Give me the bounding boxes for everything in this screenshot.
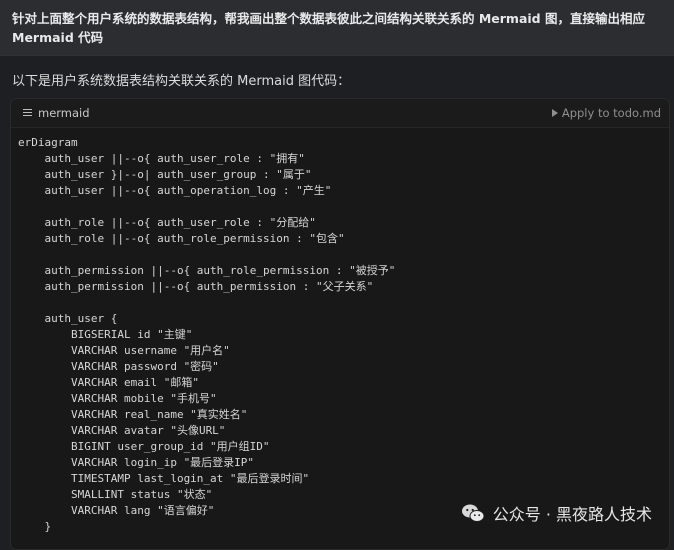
- apply-button-label: Apply to todo.md: [561, 106, 661, 120]
- code-line: auth_user }|--o| auth_user_group : "属于": [18, 168, 312, 181]
- wechat-icon: [461, 504, 485, 522]
- user-message-text: 针对上面整个用户系统的数据表结构，帮我画出整个数据表彼此之间结构关联关系的 Me…: [12, 11, 645, 45]
- code-line: VARCHAR username "用户名": [18, 344, 230, 357]
- code-line: auth_role ||--o{ auth_user_role : "分配给": [18, 216, 316, 229]
- code-line: auth_user {: [18, 312, 118, 325]
- code-line: auth_permission ||--o{ auth_role_permiss…: [18, 264, 396, 277]
- code-language-label: mermaid: [38, 106, 90, 120]
- code-line: BIGSERIAL id "主键": [18, 328, 193, 341]
- code-header: mermaid Apply to todo.md: [11, 99, 669, 128]
- apply-button[interactable]: Apply to todo.md: [551, 106, 661, 120]
- play-icon: [551, 109, 558, 117]
- code-line: TIMESTAMP last_login_at "最后登录时间": [18, 472, 310, 485]
- code-line: VARCHAR email "邮箱": [18, 376, 199, 389]
- watermark: 公众号 · 黑夜路人技术: [461, 501, 652, 525]
- code-body: erDiagram auth_user ||--o{ auth_user_rol…: [11, 128, 669, 535]
- code-line: VARCHAR avatar "头像URL": [18, 424, 226, 437]
- code-line: auth_user ||--o{ auth_operation_log : "产…: [18, 184, 332, 197]
- code-line: auth_user ||--o{ auth_user_role : "拥有": [18, 152, 305, 165]
- user-message: 针对上面整个用户系统的数据表结构，帮我画出整个数据表彼此之间结构关联关系的 Me…: [0, 0, 674, 56]
- code-line: auth_permission ||--o{ auth_permission :…: [18, 280, 374, 293]
- code-line: BIGINT user_group_id "用户组ID": [18, 440, 270, 453]
- lines-icon: [23, 108, 32, 118]
- code-line: erDiagram: [18, 136, 78, 149]
- code-line: VARCHAR mobile "手机号": [18, 392, 217, 405]
- code-line: auth_role ||--o{ auth_role_permission : …: [18, 232, 345, 245]
- code-line: VARCHAR password "密码": [18, 360, 219, 373]
- watermark-text: 公众号 · 黑夜路人技术: [492, 505, 652, 524]
- code-language: mermaid: [23, 106, 90, 120]
- code-line: VARCHAR login_ip "最后登录IP": [18, 456, 255, 469]
- code-block: mermaid Apply to todo.md erDiagram auth_…: [10, 98, 670, 550]
- code-line: VARCHAR real_name "真实姓名": [18, 408, 248, 421]
- answer-intro: 以下是用户系统数据表结构关联关系的 Mermaid 图代码：: [12, 74, 351, 89]
